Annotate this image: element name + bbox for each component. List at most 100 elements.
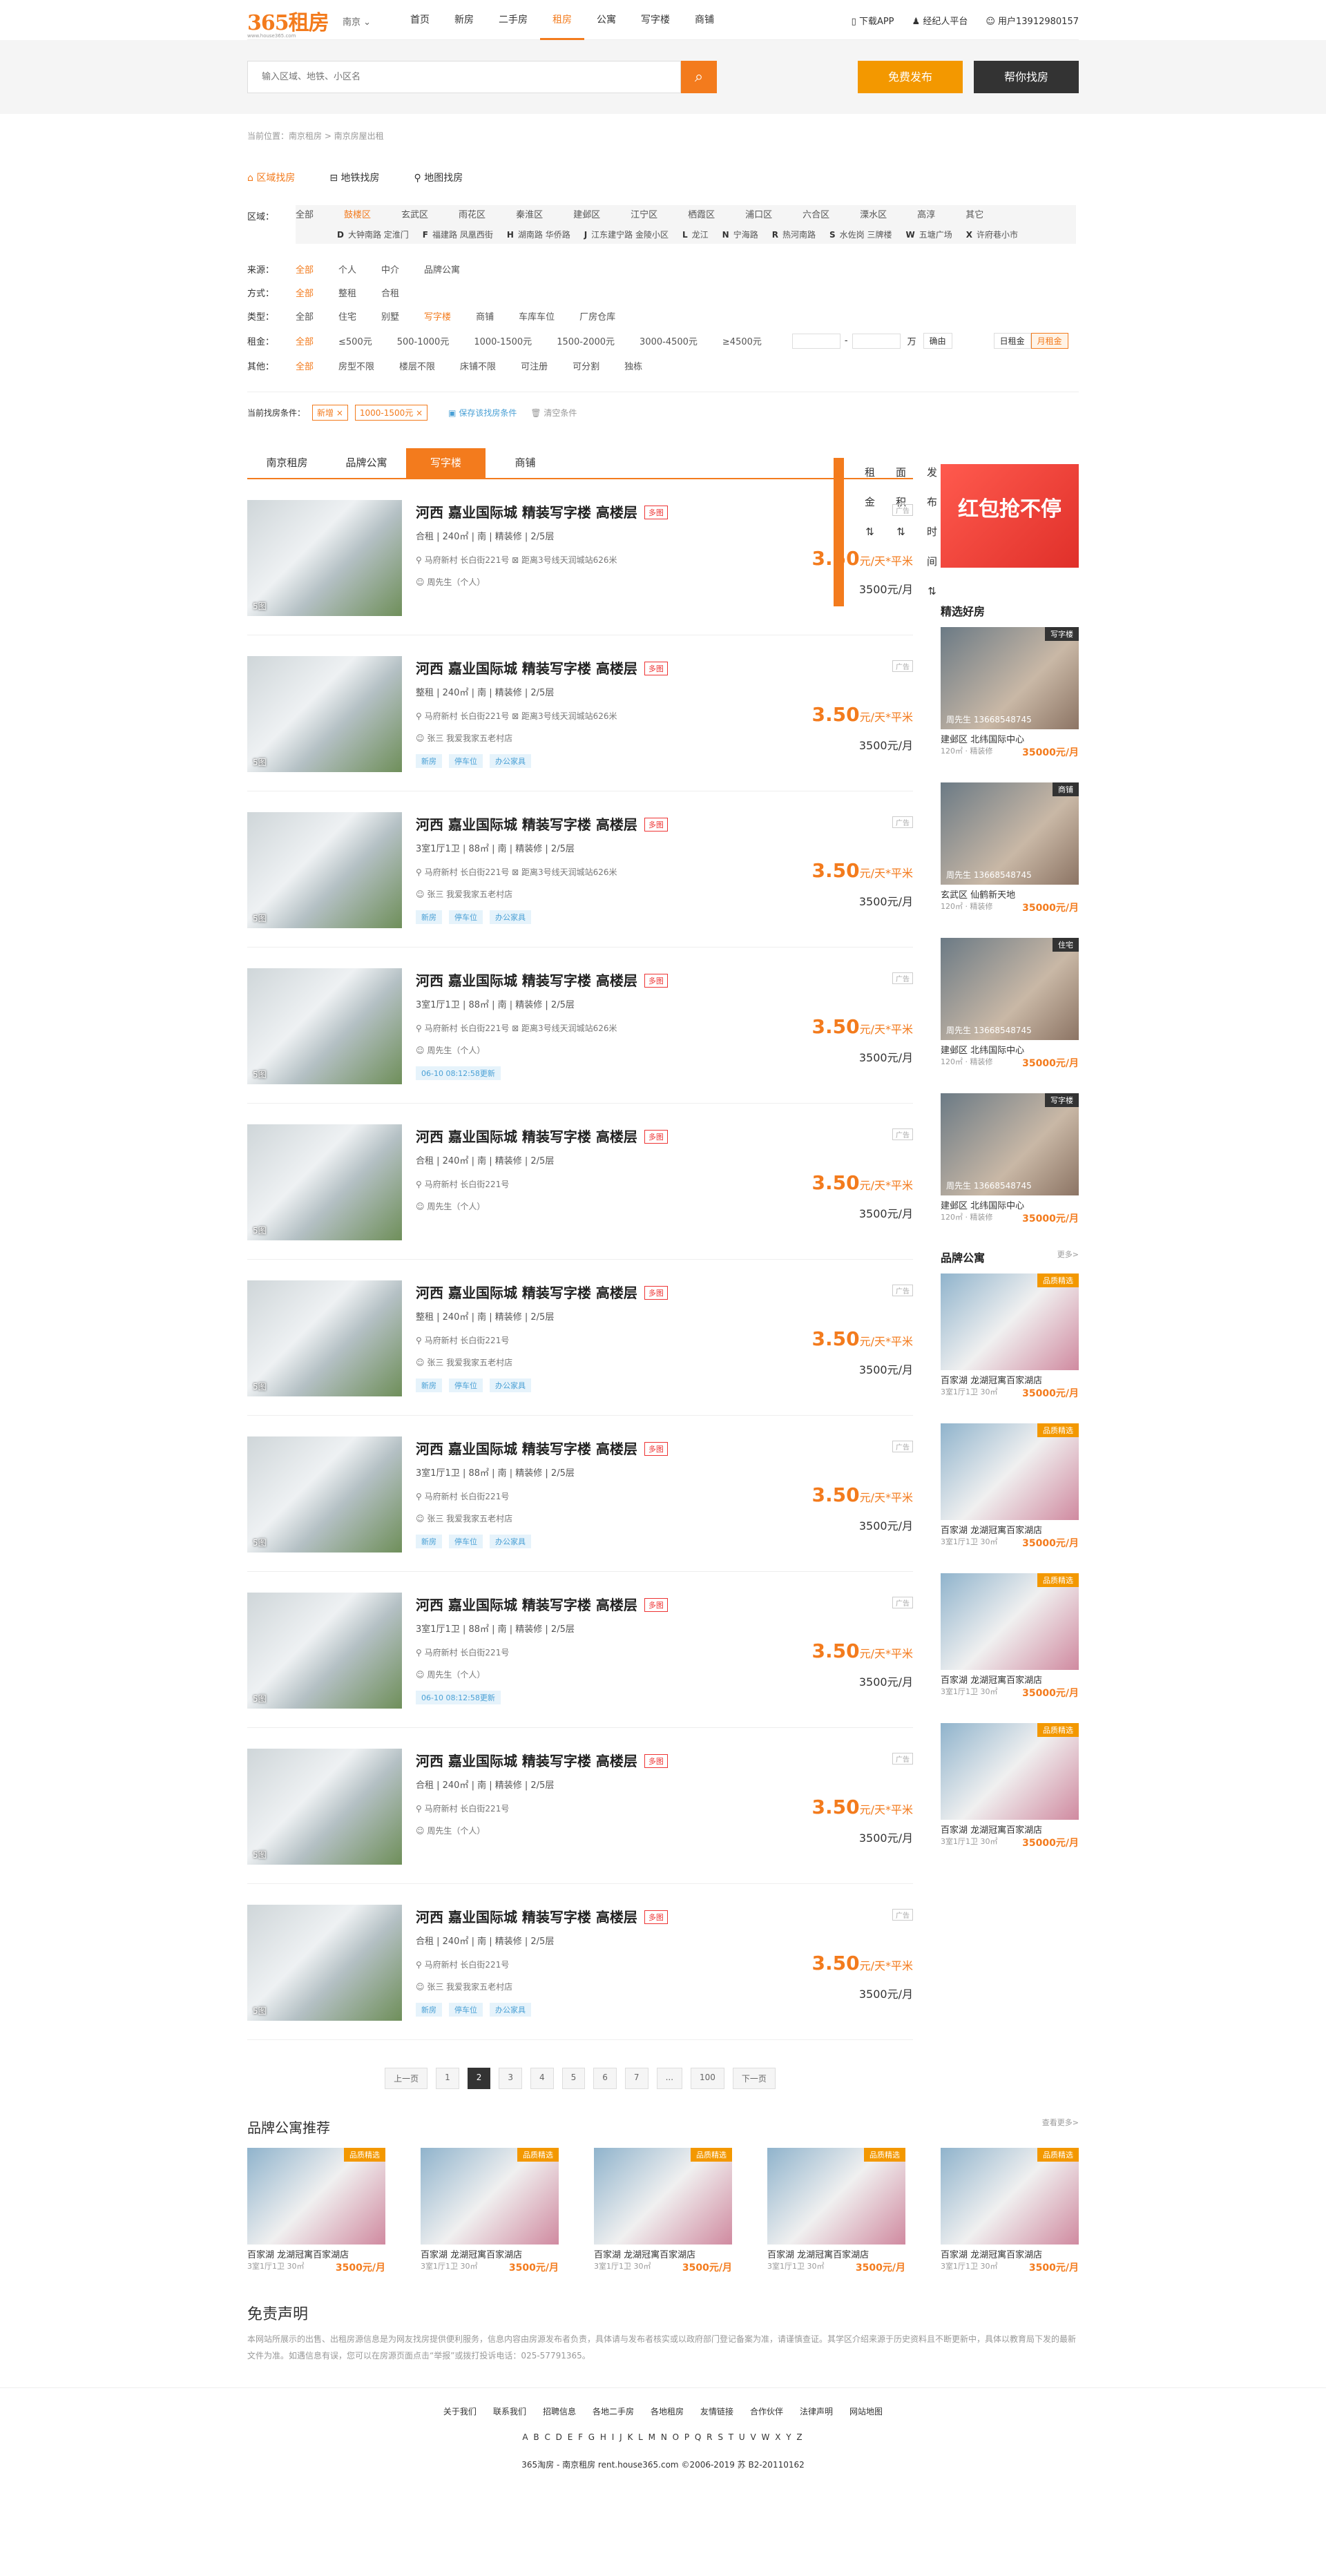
district-option[interactable]: 玄武区 (401, 206, 428, 224)
subarea-names[interactable]: 许府巷小市 (977, 230, 1018, 240)
subarea-names[interactable]: 福建路 凤凰西街 (432, 230, 493, 240)
filter-option[interactable]: ≥4500元 (722, 334, 762, 347)
listing-item[interactable]: 5图 河西 嘉业国际城 精装写字楼 高楼层 多图 广告 合租 | 240㎡ | 南 | … (247, 479, 913, 635)
subarea-group[interactable]: F 福建路 凤凰西街 (423, 226, 500, 244)
listing-title[interactable]: 河西 嘉业国际城 精装写字楼 高楼层 多图 (416, 1750, 668, 1770)
save-condition-link[interactable]: ▣ 保存该找房条件 (448, 407, 517, 419)
more-link[interactable]: 更多> (1057, 1249, 1079, 1265)
listing-tab[interactable]: 商铺 (486, 448, 565, 478)
tab-district[interactable]: ⌂ 区域找房 (247, 171, 295, 184)
logo[interactable]: 365租房 www.house365.com (247, 6, 329, 39)
filter-option[interactable]: 中介 (381, 262, 399, 276)
subarea-group[interactable]: W 五塘广场 (905, 226, 959, 244)
footer-link[interactable]: 友情链接 (700, 2407, 733, 2416)
good-house-name[interactable]: 玄武区 仙鹤新天地 (941, 887, 1079, 901)
search-button[interactable]: ⌕ (681, 61, 717, 93)
cond-tag[interactable]: 1000-1500元 × (354, 405, 428, 421)
district-option[interactable]: 秦淮区 (516, 206, 543, 224)
recommend-card[interactable]: 品质精选 百家湖 龙湖冠寓百家湖店 3室1厅1卫 30㎡ 3500元/月 (941, 2148, 1079, 2274)
listing-title[interactable]: 河西 嘉业国际城 精装写字楼 高楼层 多图 (416, 1594, 668, 1614)
district-option[interactable]: 高淳 (917, 206, 935, 224)
subarea-names[interactable]: 五塘广场 (919, 230, 952, 240)
subarea-names[interactable]: 热河南路 (782, 230, 816, 240)
subarea-group[interactable]: N 宁海路 (722, 226, 765, 244)
publish-button[interactable]: 免费发布 (858, 61, 963, 93)
subarea-names[interactable]: 水佐岗 三牌楼 (840, 230, 892, 240)
good-house-name[interactable]: 建邺区 北纬国际中心 (941, 1043, 1079, 1056)
listing-photo[interactable]: 5图 (247, 1905, 402, 2021)
cond-tag[interactable]: 新增 × (312, 405, 348, 421)
footer-link[interactable]: 联系我们 (493, 2407, 526, 2416)
subarea-group[interactable]: J 江东建宁路 金陵小区 (584, 226, 675, 244)
filter-option[interactable]: 1500-2000元 (557, 334, 615, 347)
recommend-name[interactable]: 百家湖 龙湖冠寓百家湖店 (247, 2247, 385, 2260)
listing-title[interactable]: 河西 嘉业国际城 精装写字楼 高楼层 多图 (416, 1282, 668, 1302)
page-button[interactable]: 5 (561, 2068, 586, 2089)
good-house-photo[interactable]: 写字楼 周先生 13668548745 (941, 627, 1079, 729)
page-button[interactable]: 6 (593, 2068, 617, 2089)
city-selector[interactable]: 南京 ⌄ (343, 15, 371, 28)
good-house-photo[interactable]: 商铺 周先生 13668548745 (941, 782, 1079, 885)
recommend-card[interactable]: 品质精选 百家湖 龙湖冠寓百家湖店 3室1厅1卫 30㎡ 3500元/月 (767, 2148, 905, 2274)
nav-item[interactable]: 新房 (442, 0, 486, 40)
brand-apartment-photo[interactable]: 品质精选 (941, 1423, 1079, 1520)
good-house-name[interactable]: 建邺区 北纬国际中心 (941, 1198, 1079, 1211)
listing-title[interactable]: 河西 嘉业国际城 精装写字楼 高楼层 多图 (416, 657, 668, 677)
filter-option[interactable]: 房型不限 (338, 359, 374, 372)
sort-option[interactable]: 发布时间 ⇅ (927, 458, 937, 606)
filter-option[interactable]: 住宅 (338, 309, 356, 323)
listing-photo[interactable]: 5图 (247, 1593, 402, 1709)
nav-item[interactable]: 二手房 (486, 0, 540, 40)
listing-photo[interactable]: 5图 (247, 656, 402, 772)
footer-link[interactable]: 招聘信息 (543, 2407, 576, 2416)
filter-option[interactable]: 全部 (296, 309, 314, 323)
good-house-photo[interactable]: 写字楼 周先生 13668548745 (941, 1093, 1079, 1195)
listing-photo[interactable]: 5图 (247, 1436, 402, 1553)
filter-option[interactable]: 品牌公寓 (424, 262, 460, 276)
filter-option[interactable]: 可分割 (573, 359, 599, 372)
page-button[interactable]: 4 (530, 2068, 554, 2089)
page-button[interactable]: 7 (624, 2068, 648, 2089)
subarea-group[interactable]: D 大钟南路 定淮门 (337, 226, 416, 244)
filter-option[interactable]: 全部 (296, 286, 314, 299)
recommend-name[interactable]: 百家湖 龙湖冠寓百家湖店 (421, 2247, 559, 2260)
filter-option[interactable]: 可注册 (521, 359, 548, 372)
filter-option[interactable]: 3000-4500元 (640, 334, 698, 347)
rent-min-input[interactable] (791, 333, 840, 349)
brand-apartment-name[interactable]: 百家湖 龙湖冠寓百家湖店 (941, 1823, 1079, 1836)
filter-option[interactable]: 厂房仓库 (579, 309, 615, 323)
listing-photo[interactable]: 5图 (247, 812, 402, 928)
listing-tab[interactable]: 南京租房 (247, 448, 327, 478)
district-option[interactable]: 栖霞区 (688, 206, 715, 224)
listing-title[interactable]: 河西 嘉业国际城 精装写字楼 高楼层 多图 (416, 1126, 668, 1146)
nav-item[interactable]: 租房 (540, 0, 584, 40)
subarea-names[interactable]: 龙江 (692, 230, 709, 240)
tab-subway[interactable]: ⊟ 地铁找房 (329, 171, 379, 184)
sidebar-ad-banner[interactable]: 红包抢不停 (941, 464, 1079, 568)
rent-confirm-button[interactable]: 确由 (923, 333, 952, 349)
nav-item[interactable]: 商铺 (682, 0, 727, 40)
district-option[interactable]: 建邺区 (573, 206, 600, 224)
listing-item[interactable]: 5图 河西 嘉业国际城 精装写字楼 高楼层 多图 广告 3室1厅1卫 | 88㎡ | 南… (247, 1416, 913, 1572)
listing-item[interactable]: 5图 河西 嘉业国际城 精装写字楼 高楼层 多图 广告 3室1厅1卫 | 88㎡ | 南… (247, 791, 913, 948)
filter-option[interactable]: 全部 (296, 359, 314, 372)
page-button[interactable]: 上一页 (385, 2068, 428, 2089)
filter-option[interactable]: 500-1000元 (397, 334, 450, 347)
day-rent-toggle[interactable]: 日租金 (993, 333, 1031, 349)
district-option[interactable]: 鼓楼区 (344, 206, 371, 224)
filter-option[interactable]: 全部 (296, 334, 314, 347)
filter-option[interactable]: 独栋 (624, 359, 642, 372)
agent-platform-link[interactable]: ♟ 经纪人平台 (912, 14, 968, 27)
filter-option[interactable]: 合租 (381, 286, 399, 299)
filter-option[interactable]: 商铺 (476, 309, 494, 323)
district-option[interactable]: 六合区 (803, 206, 829, 224)
district-option[interactable]: 溧水区 (860, 206, 887, 224)
subarea-names[interactable]: 大钟南路 定淮门 (348, 230, 409, 240)
subarea-group[interactable]: R 热河南路 (772, 226, 823, 244)
recommend-photo[interactable]: 品质精选 (941, 2148, 1079, 2245)
page-button[interactable]: 100 (691, 2068, 724, 2089)
nav-item[interactable]: 公寓 (584, 0, 628, 40)
user-account-link[interactable]: ☺ 用户13912980157 (986, 14, 1079, 27)
page-button[interactable]: 2 (467, 2068, 491, 2089)
subarea-names[interactable]: 宁海路 (733, 230, 758, 240)
